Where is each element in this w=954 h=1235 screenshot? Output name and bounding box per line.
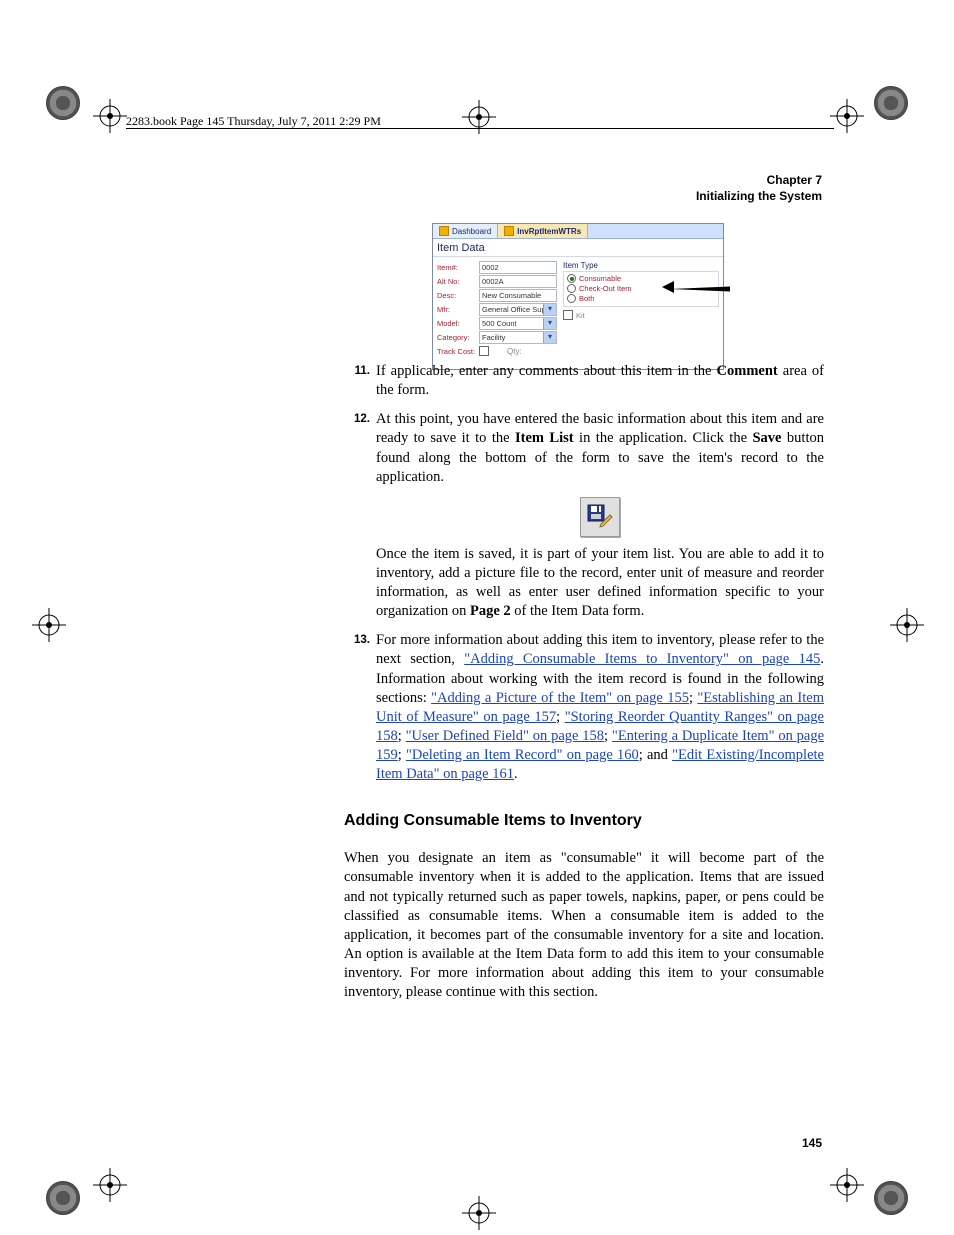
radio-consumable[interactable] — [567, 274, 576, 283]
step-number: 12. — [344, 410, 376, 621]
input-desc[interactable]: New Consumable — [479, 289, 557, 302]
crop-mark-icon — [93, 1168, 127, 1202]
xref-deleting-record[interactable]: "Deleting an Item Record" on page 160 — [406, 747, 639, 763]
step-11: 11. If applicable, enter any comments ab… — [344, 362, 824, 400]
step-12: 12. At this point, you have entered the … — [344, 410, 824, 621]
label-category: Category: — [437, 333, 479, 342]
label-item-no: Item#: — [437, 263, 479, 272]
tab-label: Dashboard — [452, 227, 491, 236]
crop-mark-icon — [830, 99, 864, 133]
crop-mark-icon — [830, 1168, 864, 1202]
dropdown-model[interactable]: 500 Count — [479, 317, 557, 330]
label-track-cost: Track Cost: — [437, 347, 479, 356]
radio-label-consumable: Consumable — [579, 274, 621, 283]
radio-label-both: Both — [579, 294, 594, 303]
chapter-number: Chapter 7 — [696, 172, 822, 188]
label-alt-no: Alt No: — [437, 277, 479, 286]
ornament-icon — [874, 86, 908, 120]
section-heading: Adding Consumable Items to Inventory — [344, 810, 824, 831]
crop-mark-icon — [93, 99, 127, 133]
radio-both[interactable] — [567, 294, 576, 303]
callout-arrowhead-icon — [662, 281, 674, 293]
body-content: 11. If applicable, enter any comments ab… — [344, 362, 824, 1012]
crop-mark-icon — [890, 608, 924, 642]
crop-mark-icon — [462, 1196, 496, 1230]
radio-label-checkout: Check-Out Item — [579, 284, 632, 293]
dropdown-category[interactable]: Facility — [479, 331, 557, 344]
callout-arrow-icon — [670, 287, 730, 292]
radio-checkout[interactable] — [567, 284, 576, 293]
item-type-heading: Item Type — [563, 261, 719, 270]
tab-icon — [439, 226, 449, 236]
chapter-title: Initializing the System — [696, 188, 822, 204]
tab-active[interactable]: InvRptItemWTRs — [498, 224, 588, 238]
input-alt-no[interactable]: 0002A — [479, 275, 557, 288]
step-number: 13. — [344, 631, 376, 784]
page-header: Chapter 7 Initializing the System — [696, 172, 822, 204]
section-body: When you designate an item as "consumabl… — [344, 849, 824, 1002]
dropdown-mfr[interactable]: General Office Supplie — [479, 303, 557, 316]
xref-user-defined[interactable]: "User Defined Field" on page 158 — [406, 728, 604, 744]
tab-dashboard[interactable]: Dashboard — [433, 224, 498, 238]
form-title: Item Data — [433, 239, 723, 256]
tab-icon — [504, 226, 514, 236]
label-qty: Qty: — [507, 347, 522, 356]
running-header: 2283.book Page 145 Thursday, July 7, 201… — [126, 114, 381, 129]
crop-mark-icon — [32, 608, 66, 642]
step-number: 11. — [344, 362, 376, 400]
xref-adding-consumable[interactable]: "Adding Consumable Items to Inventory" o… — [464, 651, 820, 667]
ornament-icon — [46, 86, 80, 120]
save-button-icon — [580, 497, 620, 537]
xref-adding-picture[interactable]: "Adding a Picture of the Item" on page 1… — [431, 690, 689, 706]
ornament-icon — [46, 1181, 80, 1215]
label-desc: Desc: — [437, 291, 479, 300]
input-item-no[interactable]: 0002 — [479, 261, 557, 274]
ornament-icon — [874, 1181, 908, 1215]
checkbox-kit[interactable] — [563, 310, 573, 320]
item-data-form-screenshot: Dashboard InvRptItemWTRs Item Data Item#… — [432, 223, 724, 370]
label-mfr: Mfr: — [437, 305, 479, 314]
checkbox-track-cost[interactable] — [479, 346, 489, 356]
tab-label: InvRptItemWTRs — [517, 227, 581, 236]
step-13: 13. For more information about adding th… — [344, 631, 824, 784]
page-number: 145 — [802, 1136, 822, 1150]
label-model: Model: — [437, 319, 479, 328]
checkbox-label-kit: Kit — [576, 311, 585, 320]
